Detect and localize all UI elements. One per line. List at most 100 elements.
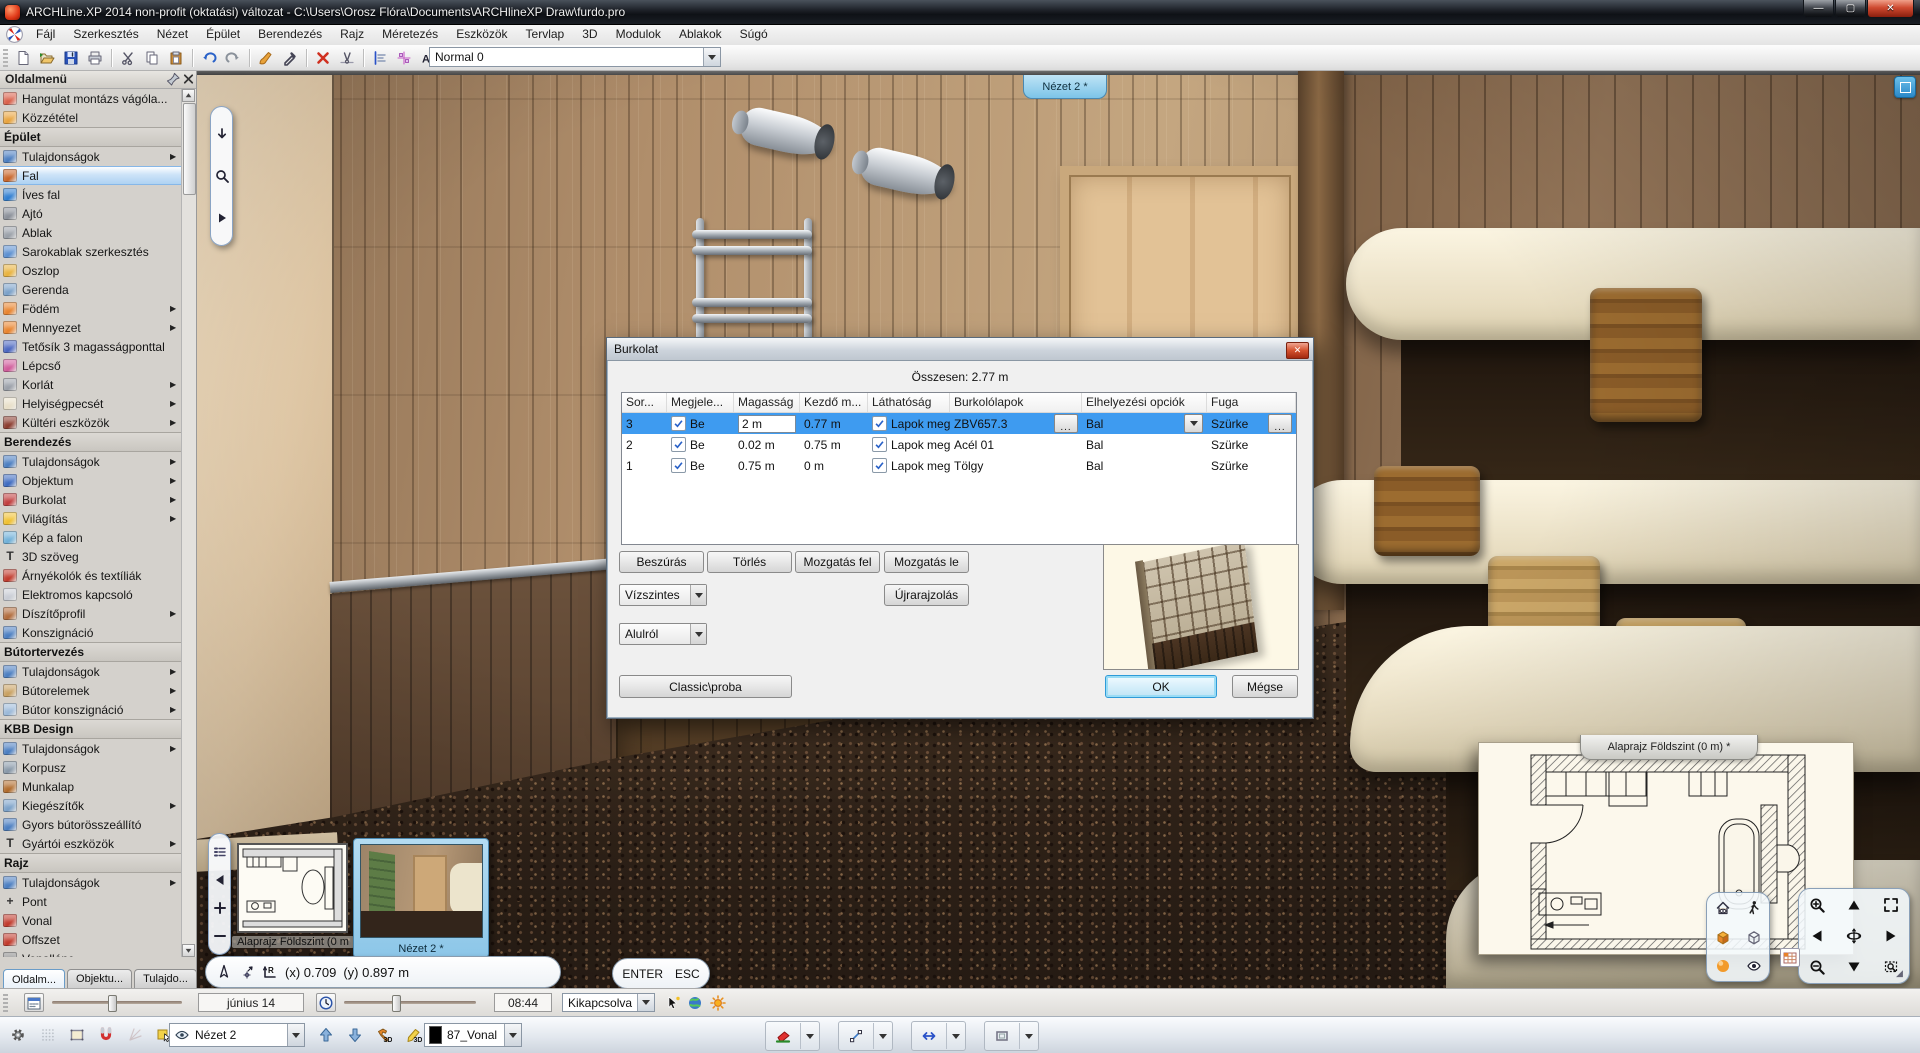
- sidebar-item-tulajdons-gok[interactable]: Tulajdonságok▶: [0, 662, 182, 681]
- show-checkbox[interactable]: [671, 437, 686, 452]
- sidebar-item-elektromos-kapcsol[interactable]: Elektromos kapcsoló: [0, 585, 182, 604]
- calendar-icon[interactable]: [24, 993, 44, 1012]
- ok-button[interactable]: OK: [1105, 675, 1217, 698]
- style-combo-arrow-icon[interactable]: [703, 48, 720, 66]
- sidebar-item-l-pcs[interactable]: Lépcső: [0, 356, 182, 375]
- globe-icon[interactable]: [684, 992, 705, 1013]
- relative-axis-icon[interactable]: R: [262, 964, 278, 980]
- build-3d-icon[interactable]: 3D: [369, 1020, 399, 1050]
- sidebar-item-vonal[interactable]: Vonal: [0, 911, 182, 930]
- sidebar-item-objektum[interactable]: Objektum▶: [0, 471, 182, 490]
- frame-icon[interactable]: [62, 1020, 92, 1050]
- sidebar-item-helyis-gpecs-t[interactable]: Helyiségpecsét▶: [0, 394, 182, 413]
- show-checkbox[interactable]: [671, 458, 686, 473]
- minimap-grid-icon[interactable]: [1780, 948, 1800, 967]
- sidebar-item-f-d-m[interactable]: Födém▶: [0, 299, 182, 318]
- sidebar-item-mennyezet[interactable]: Mennyezet▶: [0, 318, 182, 337]
- sidebar-item-korpusz[interactable]: Korpusz: [0, 758, 182, 777]
- direction-combo-arrow-icon[interactable]: [690, 585, 706, 605]
- pan-down-icon[interactable]: [214, 126, 230, 142]
- delete-button[interactable]: Törlés: [707, 551, 792, 573]
- pan-down2-icon[interactable]: [1846, 959, 1862, 975]
- menu-szerkeszt-s[interactable]: Szerkesztés: [64, 24, 147, 45]
- column-header-burkol-lapok[interactable]: Burkolólapok: [950, 393, 1082, 412]
- menu-m-retez-s[interactable]: Méretezés: [373, 24, 447, 45]
- library-button[interactable]: Classic\proba: [619, 675, 792, 698]
- sidebar-item-burkolat[interactable]: Burkolat▶: [0, 490, 182, 509]
- column-header-magass-g[interactable]: Magasság: [734, 393, 800, 412]
- date-slider[interactable]: [52, 1001, 182, 1004]
- menu-n-zet[interactable]: Nézet: [148, 24, 197, 45]
- viewport-corner-icon[interactable]: [1894, 76, 1916, 98]
- perspective-view-icon[interactable]: [1715, 900, 1731, 916]
- walk-mode-icon[interactable]: [1746, 900, 1762, 916]
- sidebar-item-offszet[interactable]: Offszet: [0, 930, 182, 949]
- visibility-checkbox[interactable]: [872, 458, 887, 473]
- style-combo[interactable]: Normal 0: [429, 47, 721, 67]
- trim-icon[interactable]: [336, 47, 358, 69]
- eraser-icon[interactable]: [766, 1023, 800, 1049]
- orbit-icon[interactable]: [1846, 928, 1862, 944]
- active-view-combo[interactable]: Nézet 2: [169, 1023, 305, 1047]
- view-tab[interactable]: Nézet 2 *: [1023, 75, 1107, 99]
- column-header-fuga[interactable]: Fuga: [1207, 393, 1296, 412]
- sun-state-arrow-icon[interactable]: [637, 994, 654, 1011]
- zoom-in-icon[interactable]: [1809, 897, 1825, 913]
- table-row-layer-1[interactable]: 1Be0.75 m0 mLapok megjeTölgyBalSzürke: [622, 455, 1296, 476]
- sidebar-item-konszign-ci[interactable]: Konszignáció: [0, 623, 182, 642]
- redraw-button[interactable]: Újrarajzolás: [884, 584, 969, 606]
- sidebar-item-gyors-b-tor-ssze-ll-t[interactable]: Gyors bútorösszeállító: [0, 815, 182, 834]
- sidebar-item-3d-sz-veg[interactable]: T3D szöveg: [0, 547, 182, 566]
- line-dropdown-icon[interactable]: [873, 1023, 892, 1049]
- column-header-elhelyez-si-opci-k[interactable]: Elhelyezési opciók: [1082, 393, 1207, 412]
- cut-icon[interactable]: [117, 47, 139, 69]
- previous-view-icon[interactable]: [212, 872, 228, 888]
- scroll-down-icon[interactable]: [182, 944, 195, 957]
- menu-ablakok[interactable]: Ablakok: [670, 24, 731, 45]
- rect-tool-icon[interactable]: [985, 1023, 1019, 1049]
- sidebar-item-tulajdons-gok[interactable]: Tulajdonságok▶: [0, 873, 182, 892]
- snap-icon[interactable]: [239, 964, 255, 980]
- enter-key-hint[interactable]: ENTER: [622, 967, 663, 981]
- sidebar-item-k-zz-t-tel[interactable]: Közzététel: [0, 108, 182, 127]
- menu-p-let[interactable]: Épület: [197, 24, 249, 45]
- brush-icon[interactable]: [255, 47, 277, 69]
- origin-combo[interactable]: Alulról: [619, 623, 707, 645]
- fit-view-icon[interactable]: [1883, 897, 1899, 913]
- paste-icon[interactable]: [165, 47, 187, 69]
- direction-combo[interactable]: Vízszintes: [619, 584, 707, 606]
- copy-icon[interactable]: [141, 47, 163, 69]
- column-header-sor[interactable]: Sor...: [622, 393, 667, 412]
- move-down-level-icon[interactable]: [340, 1020, 370, 1050]
- cell-height[interactable]: 2 m: [734, 415, 800, 433]
- align-grid-icon[interactable]: [393, 47, 415, 69]
- maximize-button[interactable]: ▢: [1835, 0, 1866, 18]
- save-icon[interactable]: [60, 47, 82, 69]
- sidebar-item-tulajdons-gok[interactable]: Tulajdonságok▶: [0, 739, 182, 758]
- menu-berendez-s[interactable]: Berendezés: [249, 24, 331, 45]
- move-up-button[interactable]: Mozgatás fel: [795, 551, 880, 573]
- pipette-icon[interactable]: [279, 47, 301, 69]
- insert-button[interactable]: Beszúrás: [619, 551, 704, 573]
- date-slider-knob[interactable]: [108, 995, 117, 1012]
- sidebar-item-hangulat-mont-zs-v-g-la[interactable]: Hangulat montázs vágóla...: [0, 89, 182, 108]
- column-header-l-that-s-g[interactable]: Láthatóság: [868, 393, 950, 412]
- snap-magnet-icon[interactable]: [91, 1020, 121, 1050]
- sidebar-item-b-tor-konszign-ci[interactable]: Bútor konszignáció▶: [0, 700, 182, 719]
- column-header-kezd-m[interactable]: Kezdő m...: [800, 393, 868, 412]
- clock-icon[interactable]: [316, 993, 336, 1012]
- sidebar-item-sarokablak-szerkeszt-s[interactable]: Sarokablak szerkesztés: [0, 242, 182, 261]
- minimap-resize-handle[interactable]: ◢: [1896, 968, 1903, 979]
- sidebar-item-ablak[interactable]: Ablak: [0, 223, 182, 242]
- rect-dropdown-icon[interactable]: [1019, 1023, 1038, 1049]
- sidebar-tab-objektu[interactable]: Objektu...: [67, 969, 132, 988]
- cursor-snap-icon[interactable]: [662, 992, 683, 1013]
- sidebar-item-kieg-sz-t-k[interactable]: Kiegészítők▶: [0, 796, 182, 815]
- sidebar-item-k-lt-ri-eszk-z-k[interactable]: Kültéri eszközök▶: [0, 413, 182, 432]
- align-left-icon[interactable]: [369, 47, 391, 69]
- move-up-level-icon[interactable]: [311, 1020, 341, 1050]
- menu-rajz[interactable]: Rajz: [331, 24, 373, 45]
- origin-combo-arrow-icon[interactable]: [690, 624, 706, 644]
- visibility-checkbox[interactable]: [872, 416, 887, 431]
- solid-model-icon[interactable]: [1715, 929, 1731, 945]
